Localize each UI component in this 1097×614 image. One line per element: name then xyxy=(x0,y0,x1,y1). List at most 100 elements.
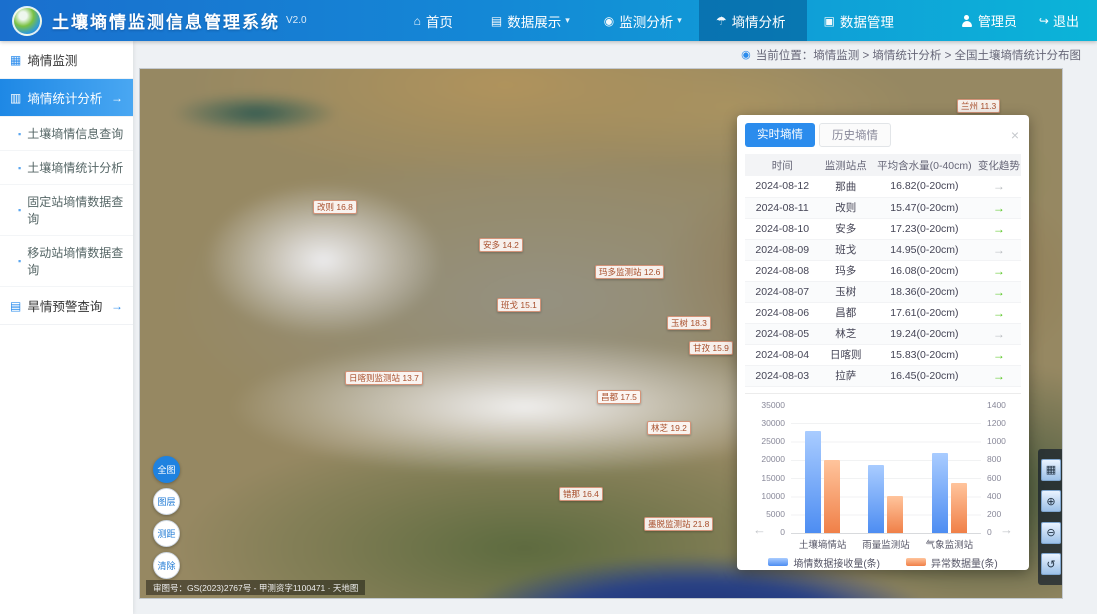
axis-tick-label: 200 xyxy=(987,509,1001,519)
bar xyxy=(951,483,967,533)
map-control-button[interactable]: 清除 xyxy=(153,552,180,579)
legend-item[interactable]: 墒情数据接收量(条) xyxy=(768,555,880,570)
chart-pager-next-icon[interactable]: → xyxy=(1000,522,1013,537)
station-label[interactable]: 改则 16.8 xyxy=(313,200,357,214)
nav-item-icon: ▤ xyxy=(491,14,502,28)
map-control-button[interactable]: 测距 xyxy=(153,520,180,547)
user-info[interactable]: 管理员 xyxy=(961,11,1017,30)
nav-item[interactable]: ☂ 墒情分析 xyxy=(699,0,807,41)
breadcrumb-bar: ◉ 当前位置：墒情监测 > 墒情统计分析 > 全国土壤墒情统计分布图 xyxy=(133,41,1097,68)
table-row[interactable]: 2024-08-10 安多 17.23(0-20cm) → xyxy=(745,218,1021,239)
trend-arrow-icon: → xyxy=(977,344,1021,365)
sidebar-submenu: ▪ 土壤墒情信息查询 ▪ 土壤墒情统计分析 ▪ 固定站墒情数据查询 ▪ 移动站墒… xyxy=(0,117,133,287)
cell-value: 14.95(0-20cm) xyxy=(872,239,977,260)
table-header-row: 时间 监测站点 平均含水量(0-40cm) 变化趋势 xyxy=(745,154,1021,176)
table-row[interactable]: 2024-08-03 拉萨 16.45(0-20cm) → xyxy=(745,365,1021,386)
sidebar-subitem[interactable]: ▪ 土壤墒情信息查询 xyxy=(0,117,133,151)
cell-date: 2024-08-07 xyxy=(745,281,820,302)
panel-tab[interactable]: 历史墒情 xyxy=(819,123,891,147)
nav-item[interactable]: ▣ 数据管理 xyxy=(807,0,915,41)
station-label[interactable]: 安多 14.2 xyxy=(479,238,523,252)
trend-arrow-icon: → xyxy=(977,218,1021,239)
cell-date: 2024-08-04 xyxy=(745,344,820,365)
map-control-button[interactable]: 图层 xyxy=(153,488,180,515)
trend-arrow-glyph: → xyxy=(993,243,1005,257)
table-header-cell: 监测站点 xyxy=(820,154,872,176)
sidebar-subitem[interactable]: ▪ 移动站墒情数据查询 xyxy=(0,236,133,287)
logout-icon: ↪ xyxy=(1039,14,1049,28)
chart-pager-prev-icon[interactable]: ← xyxy=(753,522,766,537)
cell-station: 玉树 xyxy=(820,281,872,302)
chart-groups xyxy=(791,406,981,533)
station-label[interactable]: 玉树 18.3 xyxy=(667,316,711,330)
bar xyxy=(932,453,948,533)
trend-arrow-glyph: → xyxy=(993,285,1005,299)
trend-arrow-icon: → xyxy=(977,239,1021,260)
legend-item[interactable]: 异常数据量(条) xyxy=(906,555,998,570)
axis-tick-label: 0 xyxy=(987,527,992,537)
axis-tick-label: 0 xyxy=(780,527,785,537)
axis-tick-label: 1400 xyxy=(987,400,1006,410)
legend-label: 墒情数据接收量(条) xyxy=(793,555,880,570)
table-row[interactable]: 2024-08-09 班戈 14.95(0-20cm) → xyxy=(745,239,1021,260)
chevron-down-icon: ▾ xyxy=(677,15,682,26)
sidebar-item-active[interactable]: ▥ 墒情统计分析 → xyxy=(0,79,133,117)
station-label[interactable]: 日喀则监测站 13.7 xyxy=(345,371,423,385)
map-tool-button[interactable]: ↺ xyxy=(1041,553,1061,575)
station-label[interactable]: 玛多监测站 12.6 xyxy=(595,265,664,279)
axis-tick-label: 30000 xyxy=(761,418,785,428)
close-icon[interactable]: × xyxy=(1009,127,1021,143)
table-row[interactable]: 2024-08-11 改则 15.47(0-20cm) → xyxy=(745,197,1021,218)
table-row[interactable]: 2024-08-07 玉树 18.36(0-20cm) → xyxy=(745,281,1021,302)
cell-station: 班戈 xyxy=(820,239,872,260)
map-tool-button[interactable]: ⊖ xyxy=(1041,522,1061,544)
chart-x-label: 气象监测站 xyxy=(918,537,981,551)
panel-tab[interactable]: 实时墒情 xyxy=(745,123,815,147)
station-label[interactable]: 墨脱监测站 21.8 xyxy=(644,517,713,531)
list-icon: ▤ xyxy=(10,299,21,313)
nav-item[interactable]: ◉ 监测分析 ▾ xyxy=(587,0,699,41)
axis-tick-label: 1200 xyxy=(987,418,1006,428)
cell-station: 日喀则 xyxy=(820,344,872,365)
sidebar-subitem[interactable]: ▪ 固定站墒情数据查询 xyxy=(0,185,133,236)
bar-group xyxy=(932,453,967,533)
nav-item-icon: ☂ xyxy=(716,14,727,28)
sidebar-subitem[interactable]: ▪ 土壤墒情统计分析 xyxy=(0,151,133,185)
legend-label: 异常数据量(条) xyxy=(931,555,998,570)
nav-item-label: 数据管理 xyxy=(840,11,894,31)
user-icon xyxy=(961,15,973,27)
bar xyxy=(805,431,821,533)
cell-date: 2024-08-03 xyxy=(745,365,820,386)
station-label[interactable]: 兰州 11.3 xyxy=(957,99,1000,113)
trend-arrow-icon: → xyxy=(977,281,1021,302)
bullet-icon: ▪ xyxy=(18,163,21,173)
map-control-button[interactable]: 全图 xyxy=(153,456,180,483)
station-label[interactable]: 错那 16.4 xyxy=(559,487,603,501)
chart-container: 35000300002500020000150001000050000 1400… xyxy=(745,398,1021,576)
chart-x-label: 雨量监测站 xyxy=(854,537,917,551)
trend-arrow-icon: → xyxy=(977,365,1021,386)
nav-item[interactable]: ▤ 数据展示 ▾ xyxy=(474,0,587,41)
table-row[interactable]: 2024-08-12 那曲 16.82(0-20cm) → xyxy=(745,176,1021,197)
table-row[interactable]: 2024-08-06 昌都 17.61(0-20cm) → xyxy=(745,302,1021,323)
station-label[interactable]: 林芝 19.2 xyxy=(647,421,691,435)
station-label[interactable]: 甘孜 15.9 xyxy=(689,341,733,355)
table-row[interactable]: 2024-08-04 日喀则 15.83(0-20cm) → xyxy=(745,344,1021,365)
trend-arrow-glyph: → xyxy=(993,348,1005,362)
trend-arrow-glyph: → xyxy=(993,201,1005,215)
sidebar-subitem-label: 土壤墒情统计分析 xyxy=(27,159,123,176)
sidebar-item-monitor[interactable]: ▦ 墒情监测 xyxy=(0,41,133,79)
map-controls: 全图图层测距清除 xyxy=(153,456,180,579)
logout-button[interactable]: ↪ 退出 xyxy=(1039,11,1079,30)
station-label[interactable]: 班戈 15.1 xyxy=(497,298,541,312)
nav-item[interactable]: ⌂ 首页 xyxy=(397,0,474,41)
table-row[interactable]: 2024-08-08 玛多 16.08(0-20cm) → xyxy=(745,260,1021,281)
bar xyxy=(887,496,903,533)
nav-item-label: 墒情分析 xyxy=(732,11,786,31)
station-label[interactable]: 昌都 17.5 xyxy=(597,390,641,404)
axis-tick-label: 20000 xyxy=(761,454,785,464)
sidebar-item-warning[interactable]: ▤ 旱情预警查询 → xyxy=(0,287,133,325)
map-tool-button[interactable]: ▦ xyxy=(1041,459,1061,481)
table-row[interactable]: 2024-08-05 林芝 19.24(0-20cm) → xyxy=(745,323,1021,344)
map-tool-button[interactable]: ⊕ xyxy=(1041,490,1061,512)
